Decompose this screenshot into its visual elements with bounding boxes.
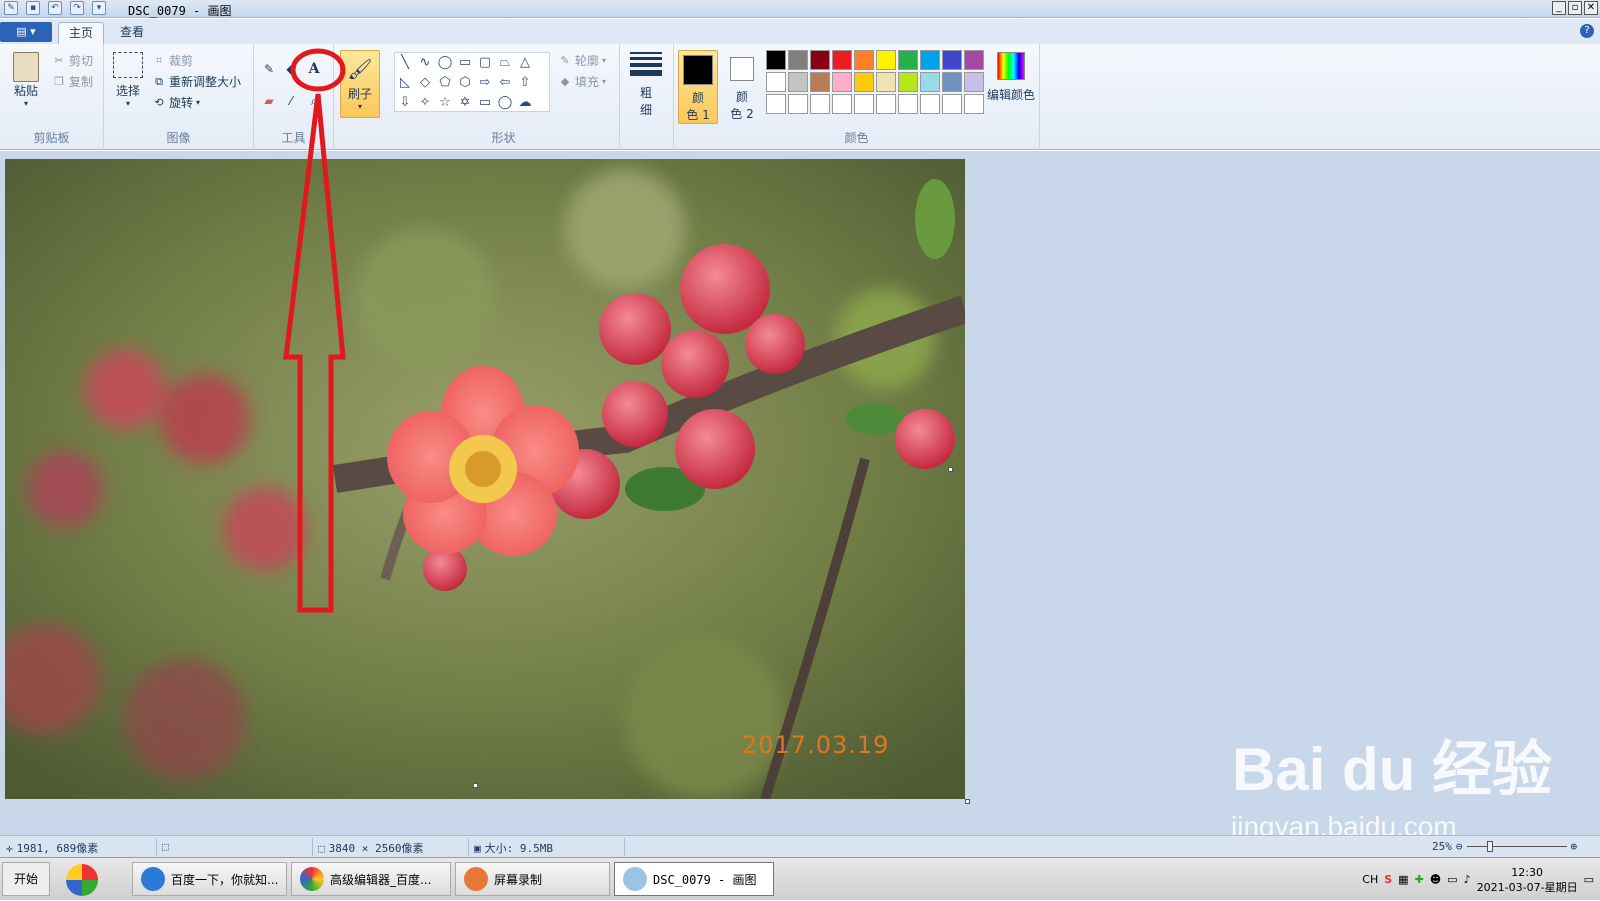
taskbar-item-screen-recorder[interactable]: 屏幕录制 (455, 862, 610, 896)
quicklaunch-icon[interactable] (66, 864, 98, 896)
clock-time: 12:30 (1511, 865, 1543, 879)
file-size: ▣ 大小: 9.5MB (474, 840, 553, 856)
image-dimensions-text: 3840 × 2560像素 (328, 842, 424, 855)
taskbar-item-label: 高级编辑器_百度... (330, 872, 432, 887)
file-size-text: 大小: 9.5MB (484, 842, 553, 855)
highlight-arrow (283, 93, 346, 613)
security-icon[interactable]: ✚ (1415, 873, 1424, 886)
clock[interactable]: 12:30 2021-03-07-星期日 (1477, 865, 1578, 895)
selection-icon: ⬚ (162, 840, 169, 853)
status-bar: ✛ 1981, 689像素 ⬚ ⬚ 3840 × 2560像素 ▣ 大小: 9.5MB… (0, 835, 1600, 857)
network-icon[interactable]: ▦ (1398, 873, 1408, 886)
cursor-position-text: 1981, 689像素 (16, 842, 99, 855)
zoom-in-icon[interactable]: ⊕ (1571, 840, 1578, 853)
zoom-level: 25% (1432, 840, 1452, 853)
paint-icon (623, 867, 647, 891)
zoom-control: 25% ⊖ ⊕ (1432, 840, 1577, 853)
chrome-icon (300, 867, 324, 891)
image-size-icon: ⬚ (318, 841, 325, 855)
selection-size: ⬚ (162, 840, 169, 853)
taskbar-item-editor[interactable]: 高级编辑器_百度... (291, 862, 451, 896)
language-indicator[interactable]: CH (1362, 873, 1378, 886)
disk-icon: ▣ (474, 841, 481, 855)
zoom-slider[interactable] (1466, 841, 1567, 852)
taskbar-item-label: 百度一下，你就知... (171, 872, 279, 887)
system-tray: CH S ▦ ✚ ☻ ▭ ♪ 12:30 2021-03-07-星期日 ▭ (1356, 858, 1600, 901)
clock-date: 2021-03-07-星期日 (1476, 880, 1578, 894)
taskbar-item-paint[interactable]: DSC_0079 - 画图 (614, 862, 774, 896)
start-label: 开始 (13, 872, 38, 886)
volume-icon[interactable]: ♪ (1464, 873, 1471, 886)
image-dimensions: ⬚ 3840 × 2560像素 (318, 840, 423, 856)
annotation-overlay (283, 48, 346, 613)
show-desktop-icon[interactable]: ▭ (1584, 873, 1594, 886)
ie-icon (141, 867, 165, 891)
display-icon[interactable]: ▭ (1447, 873, 1457, 886)
baidu-watermark: Bai du 经验 (1232, 736, 1553, 803)
canvas-area[interactable]: 2017.03.19 Bai du 经验 jingyan.baidu.com (0, 48, 1600, 842)
start-button[interactable]: 开始 (2, 862, 50, 896)
sogou-icon[interactable]: S (1384, 873, 1392, 886)
qq-icon[interactable]: ☻ (1430, 873, 1441, 886)
zoom-out-icon[interactable]: ⊖ (1456, 840, 1463, 853)
taskbar-item-browser[interactable]: 百度一下，你就知... (132, 862, 287, 896)
taskbar-item-label: 屏幕录制 (494, 872, 543, 887)
highlight-circle (290, 48, 346, 92)
taskbar: 开始 百度一下，你就知... 高级编辑器_百度... 屏幕录制 DSC_0079… (0, 857, 1600, 900)
taskbar-item-label: DSC_0079 - 画图 (653, 872, 757, 887)
crosshair-icon: ✛ (6, 841, 13, 855)
recorder-icon (464, 867, 488, 891)
cursor-position: ✛ 1981, 689像素 (6, 840, 98, 856)
